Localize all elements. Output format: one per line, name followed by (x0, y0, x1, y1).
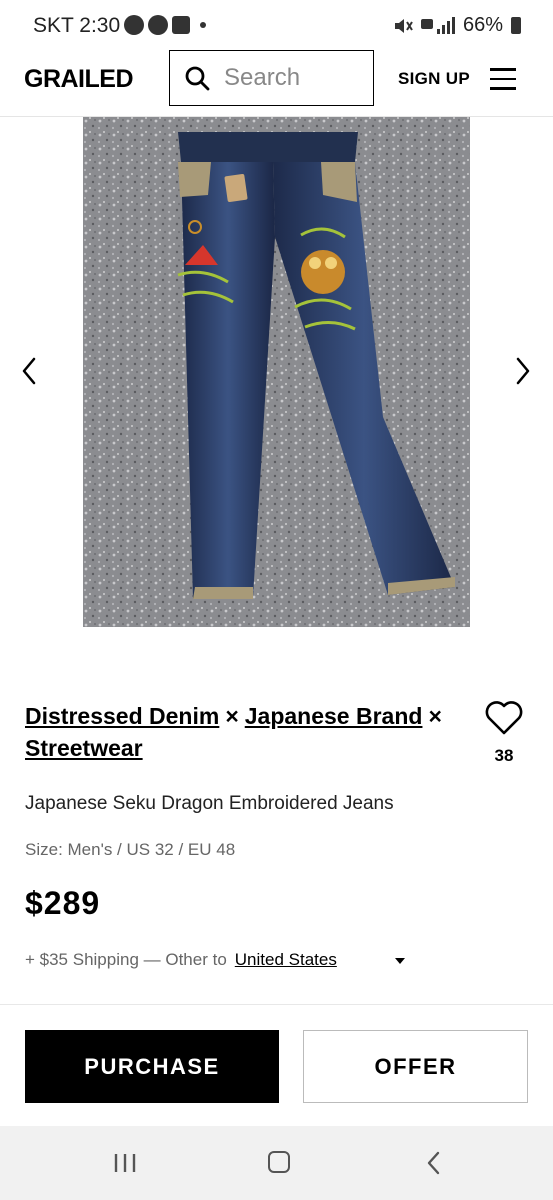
home-icon[interactable] (268, 1151, 290, 1173)
brand-link-streetwear[interactable]: Streetwear (25, 735, 143, 761)
listing-size: Size: Men's / US 32 / EU 48 (25, 840, 236, 859)
status-right: 66% (393, 14, 521, 37)
shipping-info: + $35 Shipping — Other to United States (25, 950, 337, 970)
talk-icon (124, 15, 144, 35)
recent-apps-icon[interactable] (113, 1152, 137, 1174)
brand-links: Distressed Denim × Japanese Brand × Streetwe… (25, 700, 465, 764)
image-carousel (0, 117, 553, 627)
search-icon (185, 66, 210, 91)
search-box[interactable] (169, 50, 374, 106)
system-nav-bar (0, 1126, 553, 1200)
search-input[interactable] (224, 61, 364, 95)
previous-image-arrow-icon[interactable] (18, 355, 42, 387)
listing-price: $289 (25, 885, 101, 921)
shipping-country-link[interactable]: United States (235, 950, 337, 970)
favorite-button[interactable]: 38 (482, 700, 526, 766)
hamburger-menu-icon[interactable] (490, 68, 516, 90)
gallery-icon (172, 16, 190, 34)
notification-icons (124, 15, 206, 35)
more-notifications-icon (200, 22, 206, 28)
battery-percent: 66% (462, 14, 503, 36)
mute-icon (394, 18, 413, 33)
brand-separator: × (428, 703, 442, 729)
favorite-count: 38 (494, 746, 514, 765)
heart-icon[interactable] (484, 700, 524, 736)
jeans-photo-illustration (83, 117, 470, 627)
listing-title: Japanese Seku Dragon Embroidered Jeans (25, 793, 394, 814)
message-icon (148, 15, 168, 35)
grailed-logo[interactable]: GRAILED (24, 65, 134, 94)
top-header: GRAILED SIGN UP (0, 50, 553, 117)
shipping-text: + $35 Shipping — Other to (25, 950, 227, 969)
back-icon[interactable] (425, 1150, 443, 1176)
divider (0, 1004, 553, 1005)
product-photo[interactable] (83, 117, 470, 627)
battery-icon (511, 17, 521, 34)
brand-separator: × (225, 703, 239, 729)
brand-link-japanese-brand[interactable]: Japanese Brand (245, 703, 423, 729)
signal-icon (420, 16, 455, 34)
purchase-button[interactable]: PURCHASE (25, 1030, 279, 1103)
country-dropdown-caret-icon[interactable] (395, 958, 405, 964)
brand-link-distressed-denim[interactable]: Distressed Denim (25, 703, 219, 729)
offer-button[interactable]: OFFER (303, 1030, 528, 1103)
next-image-arrow-icon[interactable] (510, 355, 534, 387)
sign-up-link[interactable]: SIGN UP (398, 69, 470, 89)
status-bar: SKT 2:30 66% (0, 0, 553, 52)
status-time: SKT 2:30 (33, 14, 121, 37)
